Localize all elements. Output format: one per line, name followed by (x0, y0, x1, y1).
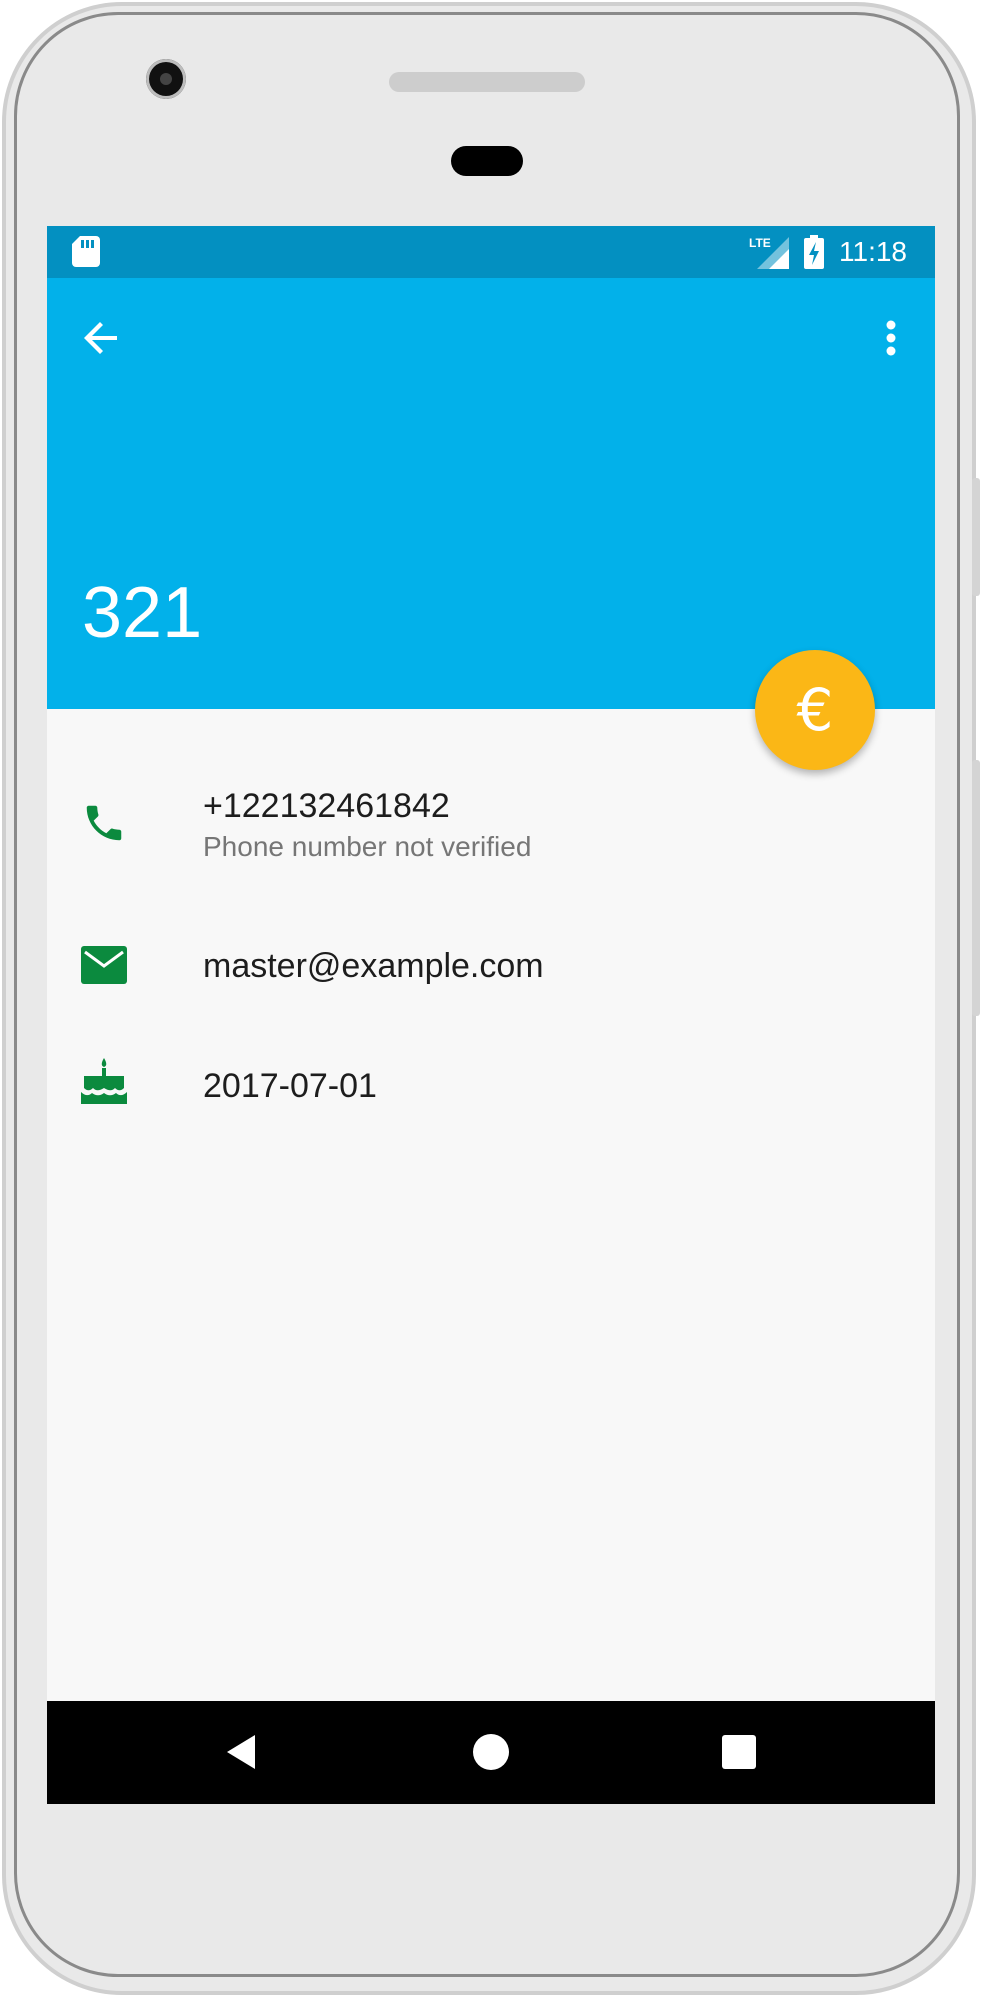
phone-number: +122132461842 (203, 787, 450, 825)
email-row[interactable]: master@example.com (47, 926, 935, 1006)
lte-label: LTE (749, 236, 771, 250)
proximity-sensor (451, 146, 523, 176)
phone-row[interactable]: +122132461842 Phone number not verified (47, 778, 935, 898)
screen: LTE 11:18 321 € +122132461842 Phone numb… (47, 226, 935, 1804)
back-triangle-icon (227, 1735, 255, 1769)
contact-header: 321 (47, 278, 935, 709)
more-vert-icon (886, 320, 896, 356)
recents-square-icon (722, 1735, 756, 1769)
email-icon (81, 946, 127, 984)
power-key (972, 478, 980, 596)
earpiece-speaker (389, 72, 585, 92)
nav-home-button[interactable] (471, 1732, 511, 1772)
nav-recents-button[interactable] (719, 1732, 759, 1772)
more-options-button[interactable] (871, 314, 911, 362)
status-bar: LTE 11:18 (47, 226, 935, 278)
payment-fab-button[interactable]: € (755, 650, 875, 770)
home-circle-icon (473, 1734, 509, 1770)
battery-charging-icon (804, 235, 824, 269)
back-button[interactable] (77, 314, 125, 362)
navigation-bar (47, 1701, 935, 1804)
contact-name: 321 (82, 573, 203, 653)
birthday-row[interactable]: 2017-07-01 (47, 1046, 935, 1126)
nav-back-button[interactable] (223, 1732, 263, 1772)
cake-icon (81, 1058, 127, 1104)
front-camera (146, 59, 186, 99)
volume-key (972, 760, 980, 1016)
status-clock: 11:18 (839, 236, 907, 267)
lte-signal-icon: LTE (749, 236, 789, 269)
birthday-date: 2017-07-01 (203, 1067, 377, 1105)
phone-icon (86, 805, 122, 841)
email-address: master@example.com (203, 947, 544, 985)
arrow-left-icon (84, 322, 117, 354)
sd-card-icon (72, 236, 100, 267)
euro-icon: € (796, 676, 834, 744)
phone-verification-status: Phone number not verified (203, 831, 532, 862)
